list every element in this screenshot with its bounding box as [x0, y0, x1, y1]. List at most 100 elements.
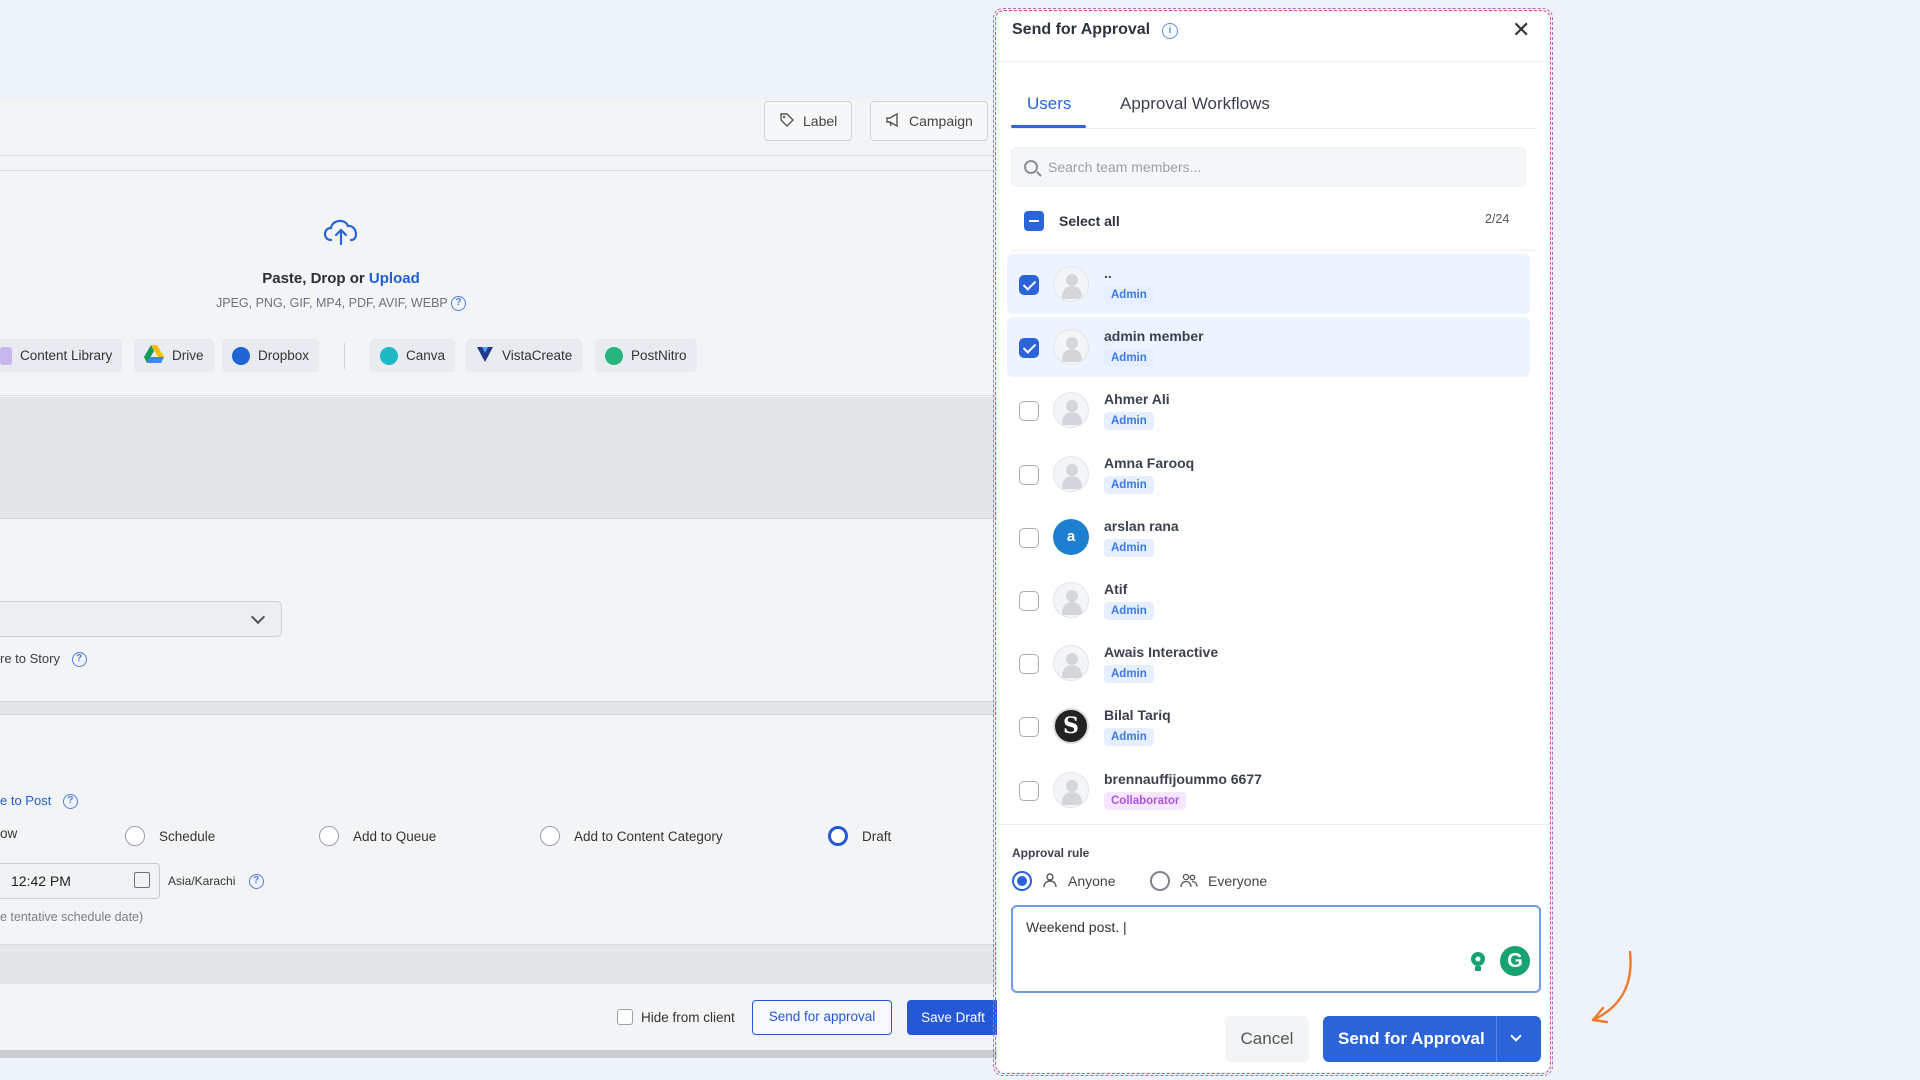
user-name: arslan rana — [1104, 518, 1179, 534]
save-draft-button[interactable]: Save Draft — [907, 1000, 999, 1035]
label-button[interactable]: Label — [764, 101, 853, 141]
story-help-icon[interactable]: ? — [71, 652, 87, 668]
grammarly-icon[interactable]: G — [1500, 946, 1530, 976]
vistacreate-button[interactable]: VistaCreate — [466, 339, 583, 372]
time-value: 12:42 PM — [11, 873, 71, 889]
draft-radio[interactable] — [828, 826, 848, 846]
canva-button[interactable]: Canva — [370, 339, 456, 372]
user-checkbox[interactable] — [1019, 401, 1039, 421]
account-dropdown[interactable] — [0, 601, 282, 637]
drive-button[interactable]: Drive — [134, 339, 214, 372]
megaphone-icon — [885, 112, 901, 131]
user-row[interactable]: S Bilal Tariq Admin — [1007, 696, 1530, 756]
user-row[interactable]: Awais Interactive Admin — [1007, 633, 1530, 693]
vistacreate-label: VistaCreate — [502, 348, 573, 363]
user-row[interactable]: brennauffijoummo 6677 Collaborator — [1007, 760, 1530, 820]
user-checkbox[interactable] — [1019, 338, 1039, 358]
calendar-icon[interactable] — [134, 872, 150, 888]
postnitro-button[interactable]: PostNitro — [595, 339, 697, 372]
content-category-label: Add to Content Category — [574, 828, 723, 844]
cloud-upload-icon — [323, 219, 358, 246]
user-row[interactable]: Atif Admin — [1007, 570, 1530, 630]
content-library-label: Content Library — [20, 348, 113, 363]
user-row[interactable]: admin member Admin — [1007, 317, 1530, 377]
add-to-queue-radio[interactable] — [319, 826, 339, 846]
user-name: Atif — [1104, 581, 1128, 597]
rule-anyone[interactable]: Anyone — [1012, 871, 1115, 891]
help-icon[interactable]: ? — [451, 296, 467, 312]
avatar-placeholder-icon — [1053, 582, 1089, 618]
approval-note-textarea[interactable]: Weekend post. | G — [1011, 905, 1541, 993]
post-label-text: e to Post — [0, 793, 52, 808]
close-icon[interactable]: ✕ — [1512, 18, 1530, 42]
add-to-queue-label: Add to Queue — [353, 828, 437, 844]
user-checkbox[interactable] — [1019, 591, 1039, 611]
user-row[interactable]: .. Admin — [1007, 254, 1530, 314]
hide-from-client[interactable]: Hide from client — [617, 1009, 735, 1025]
active-tab-indicator — [1011, 125, 1086, 128]
user-row[interactable]: Ahmer Ali Admin — [1007, 380, 1530, 440]
post-help-icon[interactable]: ? — [62, 794, 78, 810]
story-label-text: re to Story — [0, 651, 60, 666]
send-for-approval-label: Send for Approval — [1338, 1029, 1485, 1048]
user-checkbox[interactable] — [1019, 717, 1039, 737]
add-to-queue-option[interactable]: Add to Queue — [319, 826, 436, 846]
canva-icon — [380, 346, 398, 365]
tab-approval-workflows[interactable]: Approval Workflows — [1120, 94, 1270, 114]
user-checkbox[interactable] — [1019, 528, 1039, 548]
user-row[interactable]: a arslan rana Admin — [1007, 507, 1530, 567]
content-category-option[interactable]: Add to Content Category — [540, 826, 723, 846]
user-checkbox[interactable] — [1019, 275, 1039, 295]
user-row[interactable]: Amna Farooq Admin — [1007, 444, 1530, 504]
everyone-radio[interactable] — [1150, 871, 1170, 891]
everyone-label: Everyone — [1208, 873, 1268, 889]
selected-count: 2/24 — [1485, 212, 1510, 226]
search-input[interactable] — [1048, 148, 1508, 186]
send-for-approval-submit-button[interactable]: Send for Approval — [1323, 1016, 1541, 1062]
vistacreate-icon — [476, 345, 494, 366]
role-badge: Admin — [1104, 286, 1154, 304]
content-library-button[interactable]: Content Library — [0, 339, 123, 372]
campaign-button-text: Campaign — [909, 113, 973, 129]
user-checkbox[interactable] — [1019, 654, 1039, 674]
draft-option[interactable]: Draft — [828, 826, 891, 846]
cancel-button[interactable]: Cancel — [1225, 1016, 1309, 1062]
user-name: admin member — [1104, 328, 1204, 344]
role-badge: Admin — [1104, 665, 1154, 683]
chevron-down-icon — [250, 609, 266, 625]
user-name: Awais Interactive — [1104, 644, 1219, 660]
schedule-option[interactable]: Schedule — [125, 826, 215, 846]
timezone-help-icon[interactable]: ? — [248, 874, 264, 890]
tabs-divider — [1011, 128, 1537, 129]
rule-everyone[interactable]: Everyone — [1150, 871, 1267, 891]
avatar-placeholder-icon — [1053, 392, 1089, 428]
hide-from-client-checkbox[interactable] — [617, 1009, 633, 1025]
role-badge: Admin — [1104, 539, 1154, 557]
user-checkbox[interactable] — [1019, 465, 1039, 485]
content-category-radio[interactable] — [540, 826, 560, 846]
lightbulb-icon[interactable] — [1468, 950, 1488, 974]
info-icon[interactable]: i — [1162, 23, 1178, 39]
select-all[interactable]: Select all — [1024, 211, 1120, 231]
tab-users[interactable]: Users — [1027, 94, 1071, 114]
campaign-button[interactable]: Campaign — [870, 101, 988, 141]
upload-formats: JPEG, PNG, GIF, MP4, PDF, AVIF, WEBP ? — [0, 296, 682, 312]
avatar-placeholder-icon — [1053, 329, 1089, 365]
chevron-down-icon[interactable] — [1510, 1030, 1522, 1042]
rule-divider — [997, 824, 1549, 825]
select-all-checkbox[interactable] — [1024, 211, 1044, 231]
user-checkbox[interactable] — [1019, 781, 1039, 801]
dropbox-button[interactable]: Dropbox — [222, 339, 320, 372]
tag-icon — [779, 112, 795, 131]
send-for-approval-button[interactable]: Send for approval — [752, 1000, 892, 1035]
schedule-radio[interactable] — [125, 826, 145, 846]
post-now-option[interactable]: ow — [0, 826, 17, 841]
anyone-label: Anyone — [1068, 873, 1116, 889]
horizontal-scrollbar[interactable] — [0, 1050, 1000, 1058]
tentative-note: e tentative schedule date) — [0, 910, 144, 924]
search-box — [1011, 147, 1526, 187]
dropbox-icon — [232, 346, 250, 365]
post-now-label: ow — [0, 826, 18, 841]
upload-link[interactable]: Upload — [369, 270, 420, 287]
anyone-radio[interactable] — [1012, 871, 1032, 891]
